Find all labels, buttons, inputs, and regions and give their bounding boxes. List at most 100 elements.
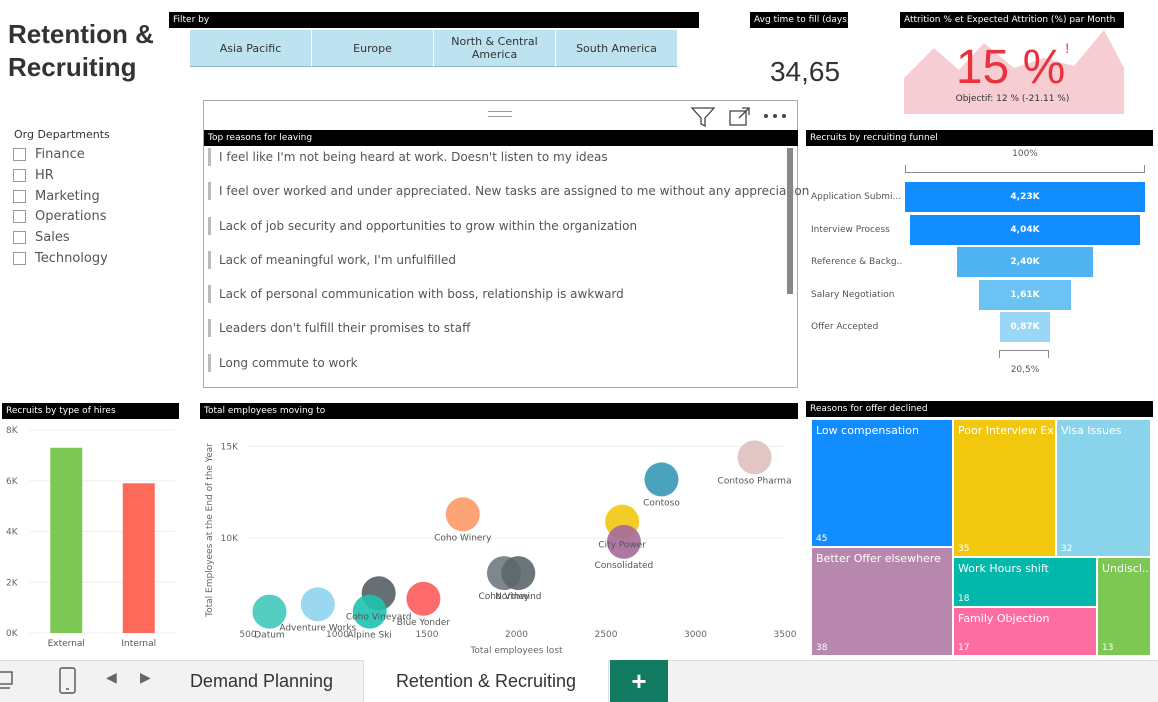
tab-retention-recruiting[interactable]: Retention & Recruiting [363,660,609,702]
funnel-bar[interactable]: 0,87K [1000,312,1050,342]
treemap-tile-label: Visa Issues [1061,424,1122,437]
avg-time-header: Avg time to fill (days) [750,12,848,28]
checkbox[interactable] [13,147,26,161]
reason-item[interactable]: Long commute to work [208,354,358,372]
y-tick-label: 10K [221,534,239,544]
y-tick-label: 2K [6,578,19,588]
hires-bar[interactable] [50,447,83,633]
y-tick-label: 8K [6,426,19,436]
drag-handle-icon[interactable] [488,111,512,117]
scatter-point[interactable] [445,497,480,532]
funnel-label: Interview Process [811,224,890,235]
filter-asia-pacific[interactable]: Asia Pacific [190,30,312,67]
reason-item[interactable]: Lack of job security and opportunities t… [208,217,637,235]
phone-icon[interactable] [58,666,78,696]
scatter-point-label: Adventure Works [279,623,356,633]
scatter-point[interactable] [644,462,679,497]
scatter-point[interactable] [406,581,441,616]
checkbox[interactable] [13,189,26,203]
funnel-label: Offer Accepted [811,322,879,332]
dept-label: Sales [35,229,70,245]
scatter-point[interactable] [501,556,536,591]
scatter-point-label: Contoso [643,498,680,508]
treemap-tile-value: 18 [958,594,970,604]
checkbox[interactable] [13,168,26,182]
treemap-tile[interactable]: Poor Interview Ex... 35 [953,419,1056,557]
scatter-point[interactable] [737,440,772,475]
treemap-tile[interactable]: Low compensation 45 [811,419,953,547]
dept-operations[interactable]: Operations [13,206,106,226]
dept-marketing[interactable]: Marketing [13,186,100,206]
treemap-tile[interactable]: Work Hours shift 18 [953,557,1097,607]
dept-sales[interactable]: Sales [13,227,70,247]
treemap-header: Reasons for offer declined [806,401,1153,417]
filter-icon[interactable] [690,105,716,129]
reasons-scrollbar[interactable] [787,148,793,294]
dept-label: Operations [35,208,107,224]
org-departments-title: Org Departments [14,128,110,141]
funnel-label: Application Submi... [811,192,902,202]
funnel-top-percent: 100% [1012,149,1038,159]
dept-technology[interactable]: Technology [13,248,108,268]
attrition-target: Objectif: 12 % (-21.11 %) [955,94,1070,104]
treemap-tile-value: 45 [816,534,828,544]
reasons-header: Top reasons for leaving [204,130,798,146]
reason-item[interactable]: Lack of meaningful work, I'm unfulfilled [208,251,456,269]
x-tick-label: External [48,639,85,649]
prev-page-icon[interactable]: ◀ [106,670,117,686]
tab-demand-planning[interactable]: Demand Planning [160,660,363,702]
treemap-tile-label: Better Offer elsewhere [816,552,941,565]
scatter-point-label: Contoso Pharma [718,476,792,486]
avg-time-value: 34,65 [769,56,841,87]
y-tick-label: 4K [6,528,19,538]
dept-finance[interactable]: Finance [13,144,85,164]
more-options-icon[interactable] [762,110,790,122]
filter-europe[interactable]: Europe [312,30,434,67]
x-tick-label: Internal [121,639,156,649]
focus-mode-icon[interactable] [728,105,752,129]
funnel-bottom-bracket [999,350,1049,358]
scatter-point-label: Blue Yonder [397,618,451,628]
dept-label: Marketing [35,188,100,204]
checkbox[interactable] [13,209,26,223]
scatter-point-label: Northwind [495,592,541,602]
scatter-point-label: Coho Winery [434,533,492,543]
treemap-tile-value: 32 [1061,544,1073,554]
x-axis-label: Total employees lost [469,646,563,656]
scatter-header: Total employees moving to [200,403,798,419]
checkbox[interactable] [13,230,26,244]
funnel-bar[interactable]: 4,04K [910,214,1140,245]
funnel-label: Reference & Backg... [811,257,903,267]
treemap-tile[interactable]: Better Offer elsewhere 38 [811,547,953,656]
filter-south-america[interactable]: South America [556,30,678,67]
funnel-bar[interactable]: 4,23K [905,182,1145,212]
reason-item[interactable]: Lack of personal communication with boss… [208,285,624,303]
checkbox[interactable] [13,251,26,265]
attrition-warning-marker: ! [1065,40,1070,56]
y-tick-label: 6K [6,477,19,487]
x-tick-label: 2000 [505,630,528,640]
dept-hr[interactable]: HR [13,165,54,185]
desktop-icon[interactable] [0,668,18,692]
reason-item[interactable]: I feel like I'm not being heard at work.… [208,148,608,166]
treemap-tile-label: Undiscl... [1102,562,1151,575]
funnel-top-bracket [905,165,1145,173]
funnel-header: Recruits by recruiting funnel [806,130,1153,146]
scatter-point[interactable] [300,587,335,622]
scatter-point-label: City Power [598,541,646,551]
treemap-tile[interactable]: Visa Issues 32 [1056,419,1151,557]
report-title: Retention & Recruiting [8,19,154,82]
reason-item[interactable]: Leaders don't fulfill their promises to … [208,319,470,337]
reason-item[interactable]: I feel over worked and under appreciated… [208,182,809,200]
hires-bar[interactable] [122,483,155,633]
treemap-tile-value: 35 [958,544,970,554]
hires-bar-chart: 0K 2K 4K 6K 8K External Internal [6,426,175,649]
funnel-bar[interactable]: 1,61K [979,279,1071,310]
next-page-icon[interactable]: ▶ [140,670,151,686]
add-page-button[interactable]: + [610,660,668,702]
treemap-tile[interactable]: Family Objection 17 [953,607,1097,656]
treemap-tile-label: Poor Interview Ex... [958,424,1056,437]
funnel-bar[interactable]: 2,40K [956,247,1094,277]
treemap-tile[interactable]: Undiscl... 13 [1097,557,1151,656]
filter-north-central-america[interactable]: North & Central America [434,30,556,67]
